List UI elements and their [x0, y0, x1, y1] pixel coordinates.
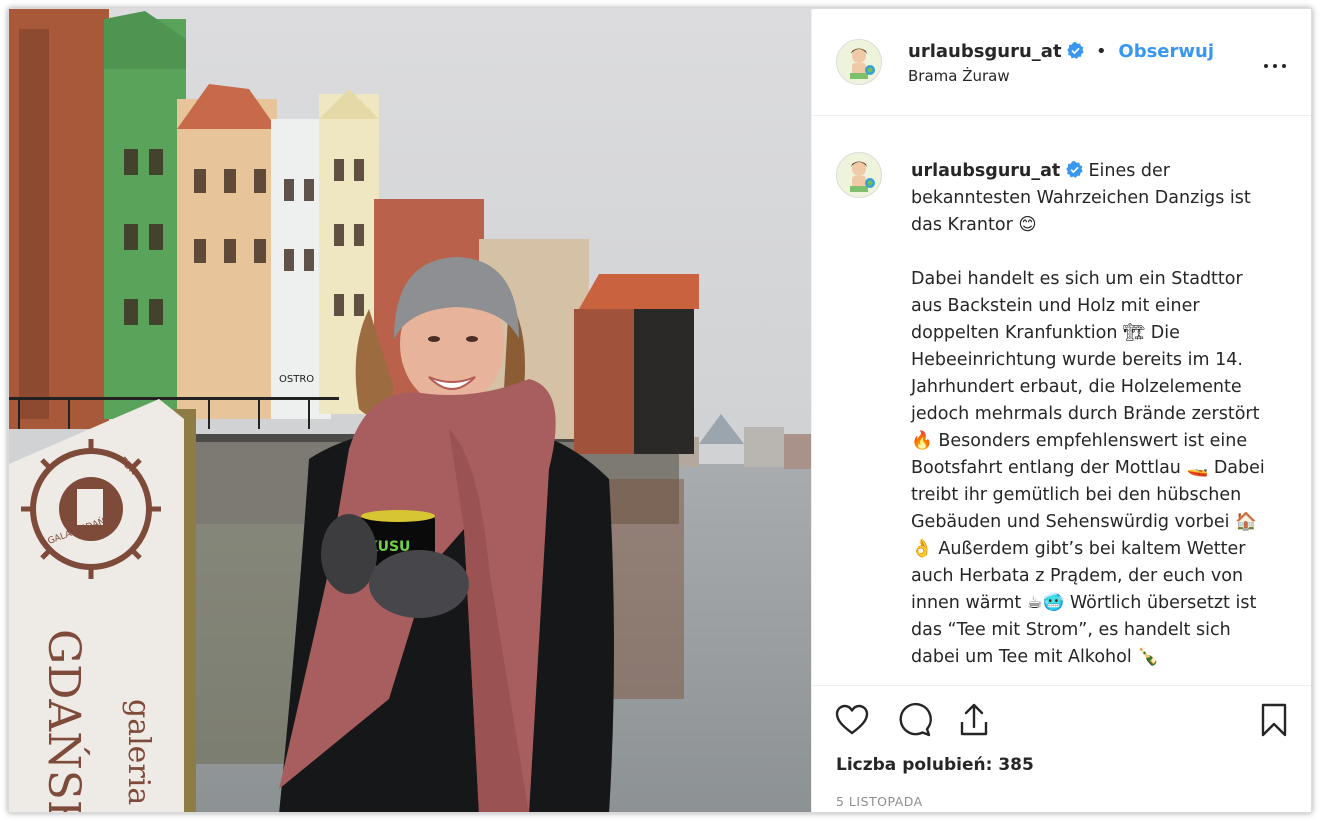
caption-avatar[interactable]	[836, 152, 882, 198]
share-icon[interactable]	[956, 702, 992, 738]
post-header: urlaubsguru_at • Obserwuj Brama Żuraw	[812, 9, 1311, 116]
photo-banner: FUN GALAR GDAŃSK GDAŃSKI galeria	[9, 399, 184, 813]
caption-verified-badge-icon	[1066, 161, 1083, 178]
location-link[interactable]: Brama Żuraw	[908, 67, 1010, 85]
comments-section[interactable]: urlaubsguru_at Eines der bekanntesten Wa…	[812, 116, 1311, 684]
heart-icon[interactable]	[834, 702, 870, 738]
caption-username[interactable]: urlaubsguru_at	[911, 161, 1060, 181]
post-side-panel: urlaubsguru_at • Obserwuj Brama Żuraw ur…	[811, 9, 1311, 812]
caption-paragraph-2: Dabei handelt es sich um ein Stadttor au…	[911, 269, 1265, 667]
post-actions: Liczba polubień: 385 5 LISTOPADA	[812, 685, 1311, 812]
separator-dot: •	[1096, 41, 1107, 62]
post-date[interactable]: 5 LISTOPADA	[836, 794, 923, 809]
bookmark-icon[interactable]	[1256, 702, 1292, 738]
likes-count[interactable]: Liczba polubień: 385	[836, 755, 1034, 775]
more-options-icon[interactable]	[1264, 61, 1288, 71]
header-line: urlaubsguru_at • Obserwuj	[908, 41, 1214, 62]
verified-badge-icon	[1067, 42, 1084, 59]
shop-sign-text: OSTRO	[279, 374, 314, 385]
post-photo[interactable]: FUN GALAR GDAŃSK GDAŃSKI galeria KUSU OS…	[9, 9, 811, 813]
comment-icon[interactable]	[896, 702, 932, 738]
post-caption: urlaubsguru_at Eines der bekanntesten Wa…	[911, 158, 1271, 684]
avatar[interactable]	[836, 39, 882, 85]
banner-big-text: GDAŃSKI	[38, 629, 91, 813]
header-username[interactable]: urlaubsguru_at	[908, 41, 1062, 62]
post-frame: FUN GALAR GDAŃSK GDAŃSKI galeria KUSU OS…	[8, 8, 1312, 813]
follow-button[interactable]: Obserwuj	[1118, 41, 1214, 62]
banner-small-text: galeria	[121, 699, 156, 805]
